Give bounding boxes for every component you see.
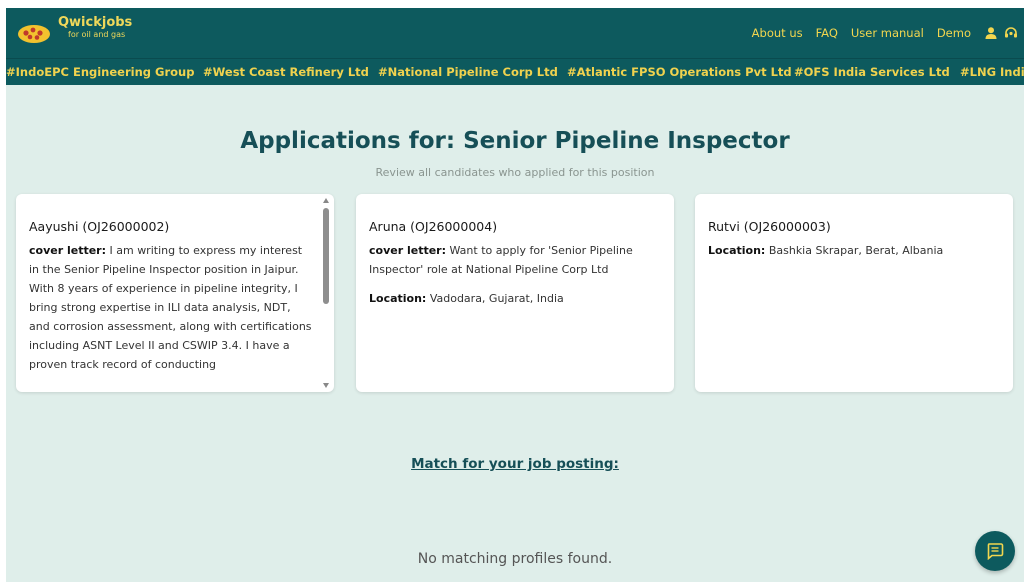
company-link[interactable]: #Atlantic FPSO Operations Pvt Ltd: [567, 65, 792, 79]
cover-letter-label: cover letter:: [369, 244, 446, 257]
page-subtitle: Review all candidates who applied for th…: [375, 166, 655, 179]
cover-letter: cover letter: Want to apply for 'Senior …: [369, 241, 652, 279]
card-body: Rutvi (OJ26000003) Location: Bashkia Skr…: [708, 219, 991, 260]
nav-about-us[interactable]: About us: [752, 26, 803, 40]
card-body: Aruna (OJ26000004) cover letter: Want to…: [369, 219, 652, 308]
chat-button[interactable]: [975, 531, 1015, 571]
candidate-name: Aruna (OJ26000004): [369, 219, 498, 234]
chat-icon: [987, 543, 1004, 560]
scroll-down-arrow-icon[interactable]: [323, 383, 329, 388]
brand-tagline: for oil and gas: [68, 30, 126, 39]
application-card[interactable]: Aruna (OJ26000004) cover letter: Want to…: [356, 194, 674, 392]
candidate-location: Location: Vadodara, Gujarat, India: [369, 289, 652, 308]
company-strip: #IndoEPC Engineering Group #West Coast R…: [6, 58, 1024, 85]
no-match-message: No matching profiles found.: [417, 551, 613, 567]
scroll-up-arrow-icon[interactable]: [323, 198, 329, 203]
user-icon[interactable]: [984, 26, 998, 40]
support-icon[interactable]: [1004, 26, 1018, 40]
candidate-location: Location: Bashkia Skrapar, Berat, Albani…: [708, 241, 991, 260]
card-body: Aayushi (OJ26000002) cover letter: I am …: [29, 219, 312, 374]
application-card[interactable]: Rutvi (OJ26000003) Location: Bashkia Skr…: [695, 194, 1013, 392]
scroll-thumb[interactable]: [323, 208, 329, 304]
cover-letter: cover letter: I am writing to express my…: [29, 241, 312, 374]
nav-faq[interactable]: FAQ: [816, 26, 838, 40]
candidate-name: Rutvi (OJ26000003): [708, 219, 831, 234]
top-nav: About us FAQ User manual Demo: [752, 26, 1024, 40]
match-job-posting-link[interactable]: Match for your job posting:: [6, 456, 1024, 472]
nav-demo[interactable]: Demo: [937, 26, 971, 40]
company-link[interactable]: #IndoEPC Engineering Group: [6, 65, 194, 79]
header: Qwickjobs for oil and gas About us FAQ U…: [6, 8, 1024, 58]
candidate-name: Aayushi (OJ26000002): [29, 219, 170, 234]
page: Qwickjobs for oil and gas About us FAQ U…: [6, 8, 1024, 582]
location-label: Location:: [708, 244, 766, 257]
company-link[interactable]: #West Coast Refinery Ltd: [203, 65, 369, 79]
application-card[interactable]: Aayushi (OJ26000002) cover letter: I am …: [16, 194, 334, 392]
brand[interactable]: Qwickjobs for oil and gas: [58, 16, 132, 39]
card-scrollbar[interactable]: [320, 196, 332, 390]
brand-name: Qwickjobs: [58, 15, 133, 30]
company-link[interactable]: #LNG India: [960, 65, 1024, 79]
location-text: Bashkia Skrapar, Berat, Albania: [765, 244, 944, 257]
location-text: Vadodara, Gujarat, India: [426, 292, 564, 305]
location-label: Location:: [369, 292, 427, 305]
cover-letter-label: cover letter:: [29, 244, 106, 257]
company-link[interactable]: #National Pipeline Corp Ltd: [378, 65, 558, 79]
cover-letter-text: I am writing to express my interest in t…: [29, 244, 312, 371]
page-title: Applications for: Senior Pipeline Inspec…: [240, 128, 790, 154]
nav-user-manual[interactable]: User manual: [851, 26, 924, 40]
logo-icon[interactable]: [17, 24, 51, 44]
company-link[interactable]: #OFS India Services Ltd: [794, 65, 950, 79]
